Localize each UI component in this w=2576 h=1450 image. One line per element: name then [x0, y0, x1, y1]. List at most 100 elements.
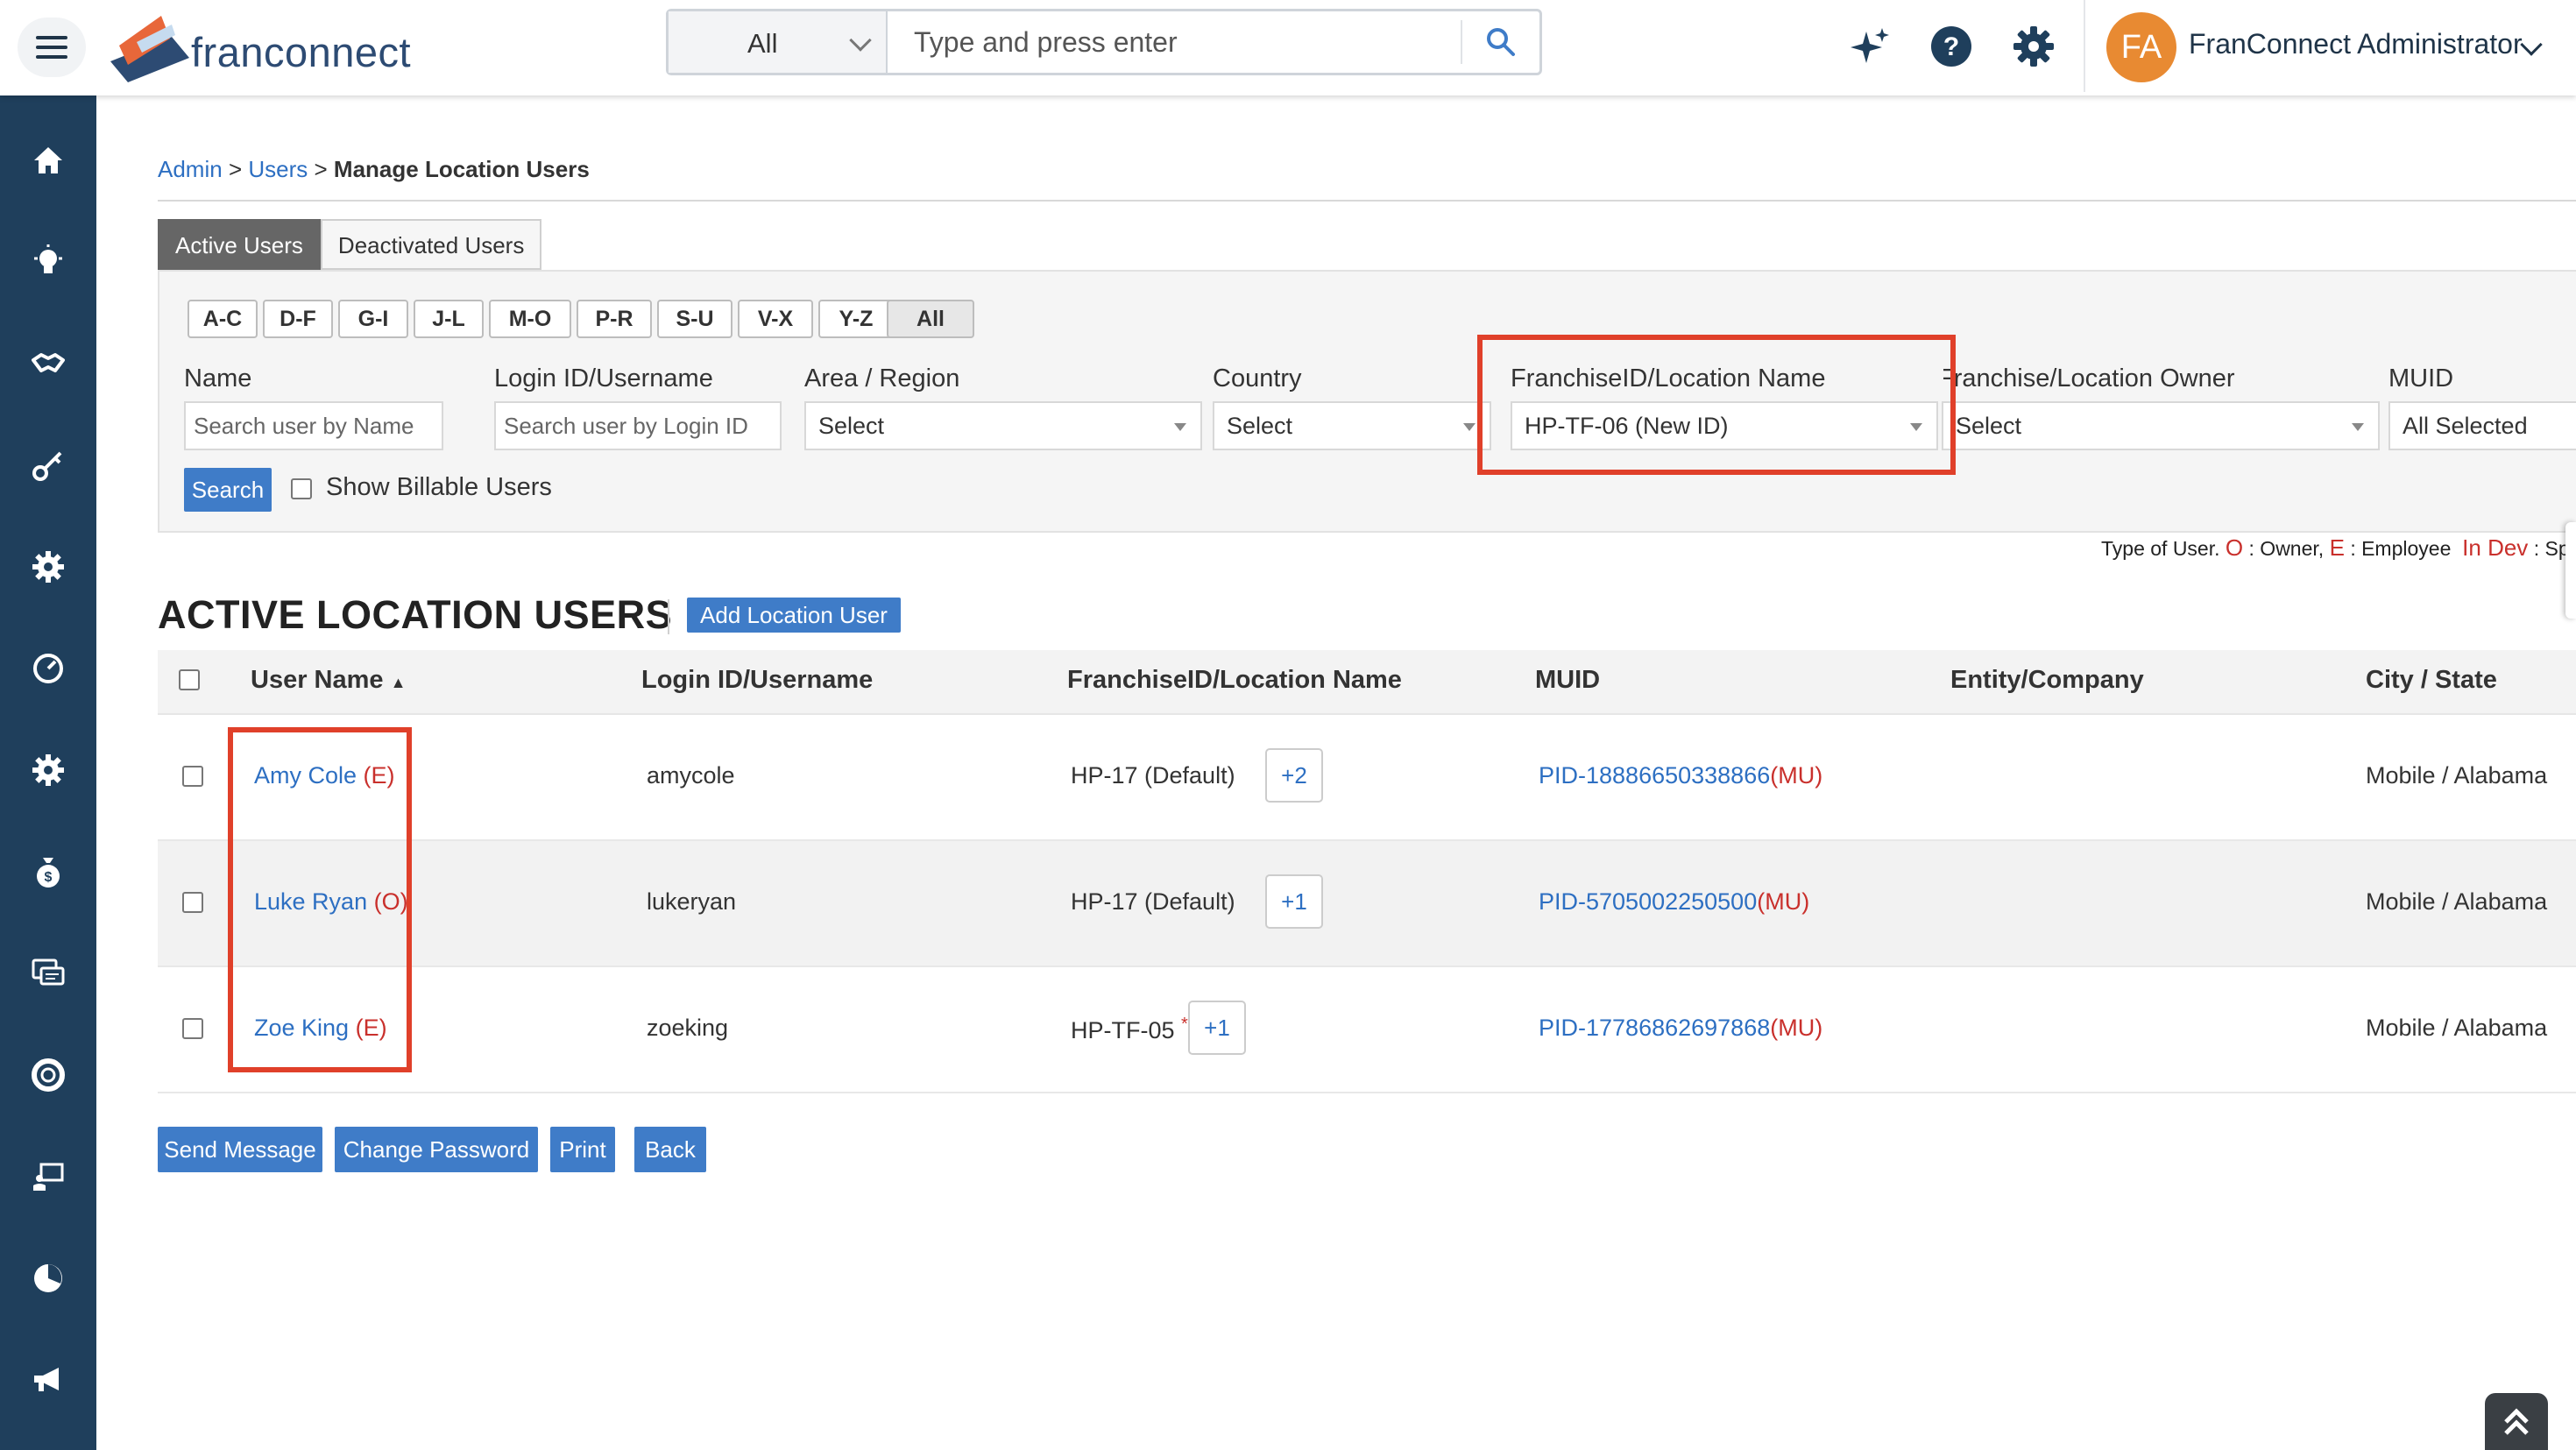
country-select[interactable]: Select	[1213, 401, 1491, 450]
muid-label: MUID	[2388, 364, 2454, 393]
country-label: Country	[1213, 364, 1302, 393]
add-location-user-button[interactable]: Add Location User	[687, 598, 901, 633]
login-cell: amycole	[647, 762, 735, 789]
logo-text: franconnect	[191, 29, 412, 75]
chevron-down-icon[interactable]	[2520, 33, 2543, 56]
muid-link[interactable]: PID-5705002250500	[1539, 888, 1757, 915]
legend-owner-text: : Owner,	[2248, 537, 2325, 560]
legend-employee-code: E	[2329, 534, 2345, 561]
lightbulb-icon[interactable]	[29, 243, 67, 281]
pie-icon[interactable]	[29, 1259, 67, 1298]
side-drawer-handle[interactable]	[2565, 522, 2576, 619]
muid-link[interactable]: PID-18886650338866	[1539, 762, 1770, 789]
row-checkbox[interactable]	[182, 766, 203, 787]
area-select-value: Select	[818, 413, 885, 439]
back-button[interactable]: Back	[634, 1127, 706, 1172]
alpha-filter-button[interactable]: D-F	[263, 300, 333, 338]
menu-icon[interactable]	[18, 18, 86, 77]
franchise-cell: HP-17 (Default)	[1071, 762, 1235, 789]
alpha-filter-button[interactable]: M-O	[489, 300, 571, 338]
franconnect-logo[interactable]: franconnect	[105, 12, 421, 84]
search-button[interactable]	[1461, 20, 1539, 64]
dropdown-arrow-icon	[1174, 423, 1186, 431]
login-label: Login ID/Username	[494, 364, 713, 393]
chevron-down-icon	[849, 29, 872, 52]
name-search-input[interactable]	[184, 401, 443, 450]
money-bag-icon[interactable]: $	[29, 852, 67, 891]
user-name[interactable]: FranConnect Administrator	[2189, 28, 2523, 60]
page-title: Manage Location Users	[333, 156, 590, 182]
search-scope-select[interactable]: All	[669, 11, 888, 73]
breadcrumb-separator: >	[314, 156, 328, 182]
search-input[interactable]	[888, 11, 1461, 73]
tab-active-users[interactable]: Active Users	[158, 219, 321, 270]
select-all-checkbox[interactable]	[179, 669, 200, 690]
billable-checkbox[interactable]	[291, 478, 312, 499]
change-password-button[interactable]: Change Password	[335, 1127, 538, 1172]
alpha-filter-button[interactable]: P-R	[577, 300, 652, 338]
send-message-button[interactable]: Send Message	[158, 1127, 322, 1172]
home-icon[interactable]	[29, 141, 67, 180]
global-search: All	[666, 9, 1542, 75]
legend-dev-code: In Dev	[2462, 534, 2529, 561]
divider	[668, 599, 669, 634]
muid-link[interactable]: PID-17786862697868	[1539, 1015, 1770, 1041]
divider	[2084, 0, 2085, 92]
filter-panel: A-C D-F G-I J-L M-O P-R S-U V-X Y-Z All …	[158, 270, 2576, 533]
column-header-franchise: FranchiseID/Location Name	[1067, 666, 1402, 694]
area-select[interactable]: Select	[804, 401, 1202, 450]
user-type-legend: Type of User. O : Owner, E : Employee In…	[2101, 534, 2576, 562]
alpha-filter-button[interactable]: A-C	[188, 300, 258, 338]
franchise-cell: HP-TF-05 *	[1071, 1015, 1188, 1044]
key-icon[interactable]	[29, 446, 67, 485]
muid-tag: (MU)	[1770, 762, 1823, 789]
alpha-filter-button[interactable]: All	[887, 300, 974, 338]
city-state-cell: Mobile / Alabama	[2366, 1015, 2548, 1041]
settings-icon[interactable]	[2012, 25, 2056, 68]
breadcrumb: Admin > Users > Manage Location Users	[158, 156, 590, 183]
dropdown-arrow-icon	[1463, 423, 1476, 431]
alpha-filter-button[interactable]: V-X	[738, 300, 813, 338]
more-locations-button[interactable]: +1	[1265, 874, 1323, 929]
more-locations-button[interactable]: +2	[1265, 748, 1323, 803]
avatar[interactable]: FA	[2106, 12, 2176, 82]
training-icon[interactable]	[29, 1157, 67, 1196]
chat-icon[interactable]	[29, 954, 67, 993]
franchise-value: HP-TF-05	[1071, 1017, 1175, 1043]
muid-select[interactable]: All Selected	[2388, 401, 2576, 450]
owner-select-value: Select	[1956, 413, 2022, 439]
lifebuoy-icon[interactable]	[29, 1056, 67, 1094]
franchise-cell: HP-17 (Default)	[1071, 888, 1235, 915]
svg-text:$: $	[45, 870, 53, 885]
print-button[interactable]: Print	[550, 1127, 615, 1172]
search-icon	[1487, 28, 1515, 56]
gauge-icon[interactable]	[29, 649, 67, 688]
alpha-filter-button[interactable]: G-I	[338, 300, 408, 338]
help-icon[interactable]: ?	[1929, 25, 1973, 68]
megaphone-icon[interactable]	[29, 1361, 67, 1399]
row-checkbox[interactable]	[182, 892, 203, 913]
owner-select[interactable]: Select	[1942, 401, 2380, 450]
country-select-value: Select	[1227, 413, 1293, 439]
gear-icon[interactable]	[29, 751, 67, 789]
sparkle-icon[interactable]	[1849, 25, 1893, 68]
handshake-icon[interactable]	[29, 344, 67, 383]
column-header-login: Login ID/Username	[641, 666, 874, 694]
breadcrumb-users[interactable]: Users	[248, 156, 308, 182]
column-header-user-name[interactable]: User Name ▲	[251, 666, 406, 695]
more-locations-button[interactable]: +1	[1188, 1001, 1246, 1055]
breadcrumb-admin[interactable]: Admin	[158, 156, 223, 182]
search-button[interactable]: Search	[184, 468, 272, 512]
table-row: Amy Cole (E) amycole HP-17 (Default) +2 …	[158, 715, 2576, 841]
tab-deactivated-users[interactable]: Deactivated Users	[320, 219, 542, 270]
alpha-filter-button[interactable]: Y-Z	[818, 300, 894, 338]
double-chevron-up-icon	[2504, 1408, 2529, 1435]
scroll-to-top-button[interactable]	[2485, 1393, 2548, 1450]
alpha-filter-button[interactable]: J-L	[414, 300, 484, 338]
alpha-filter-button[interactable]: S-U	[657, 300, 732, 338]
column-header-muid: MUID	[1535, 666, 1601, 694]
dropdown-arrow-icon	[2352, 423, 2364, 431]
login-search-input[interactable]	[494, 401, 782, 450]
gear-icon[interactable]	[29, 548, 67, 586]
row-checkbox[interactable]	[182, 1018, 203, 1039]
